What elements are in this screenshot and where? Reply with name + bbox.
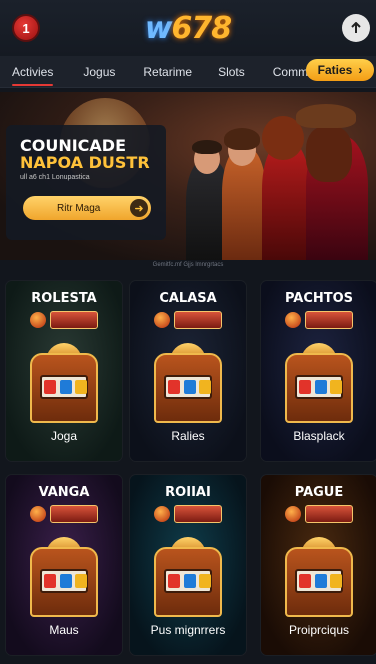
- tab-jogus[interactable]: Jogus: [75, 56, 123, 88]
- slot-machine-icon: [146, 537, 230, 621]
- game-tag-plate: [305, 505, 353, 523]
- coin-icon: [154, 312, 170, 328]
- coin-icon: [285, 312, 301, 328]
- hero-banner[interactable]: COUNICADE NAPOA DUSTR ull a6 ch1 Lonupas…: [0, 92, 376, 260]
- game-title: CALASA: [159, 291, 217, 306]
- machine-reels: [40, 569, 88, 593]
- brand-logo[interactable]: w678: [144, 10, 233, 46]
- game-tag: [30, 505, 98, 523]
- game-label: Ralies: [171, 429, 205, 443]
- game-title: ROIIAI: [165, 485, 211, 500]
- game-tag: [154, 311, 222, 329]
- machine-reels: [40, 375, 88, 399]
- coin-icon: [154, 506, 170, 522]
- tab-slots[interactable]: Slots: [210, 56, 253, 88]
- game-card[interactable]: PAGUE Proiprciqus: [261, 475, 376, 655]
- game-card[interactable]: PACHTOS Blasplack: [261, 281, 376, 461]
- logo-number: 678: [171, 10, 233, 46]
- game-label: Pus mignrrers: [150, 623, 226, 637]
- coin-icon: [30, 506, 46, 522]
- hero-character-2-hair: [224, 128, 260, 150]
- game-card[interactable]: VANGA Maus: [6, 475, 122, 655]
- tab-activies[interactable]: Activies: [4, 56, 61, 88]
- game-tag-plate: [50, 311, 98, 329]
- hero-cta-label: Ritr Maga: [57, 202, 101, 214]
- machine-reels: [164, 569, 212, 593]
- cowboy-hat: [296, 104, 356, 128]
- game-card[interactable]: ROLESTA Joga: [6, 281, 122, 461]
- game-card[interactable]: ROIIAI Pus mignrrers: [130, 475, 246, 655]
- slot-machine-icon: [22, 537, 106, 621]
- hero-cta-button[interactable]: Ritr Maga ➜: [23, 196, 151, 220]
- faties-label: Faties: [317, 63, 353, 77]
- game-title: ROLESTA: [31, 291, 97, 306]
- machine-reels: [295, 375, 343, 399]
- tab-retarime[interactable]: Retarime: [135, 56, 200, 88]
- game-tag: [30, 311, 98, 329]
- game-label: Proiprciqus: [288, 623, 350, 637]
- notification-badge[interactable]: 1: [12, 14, 40, 42]
- chevron-right-icon: ›: [358, 63, 363, 77]
- game-card[interactable]: CALASA Ralies: [130, 281, 246, 461]
- game-tag-plate: [174, 311, 222, 329]
- machine-reels: [164, 375, 212, 399]
- hero-caption: Gemitfc.mf Gjjs lmnrgrtacs: [152, 262, 224, 268]
- hero-character-4-hair: [306, 126, 352, 182]
- slot-machine-icon: [146, 343, 230, 427]
- hero-subtitle: ull a6 ch1 Lonupastica: [20, 174, 90, 181]
- game-title: VANGA: [38, 485, 90, 500]
- game-label: Blasplack: [293, 429, 345, 443]
- hero-title-line-1: COUNICADE: [20, 136, 127, 155]
- game-tag-plate: [50, 505, 98, 523]
- hero-title: COUNICADE NAPOA DUSTR: [20, 137, 152, 171]
- machine-reels: [295, 569, 343, 593]
- slot-machine-icon: [277, 537, 361, 621]
- logo-letter: w: [144, 10, 173, 46]
- app-header: 1 w678: [0, 0, 376, 56]
- game-tag: [285, 311, 353, 329]
- game-tag: [285, 505, 353, 523]
- hero-title-line-2: NAPOA DUSTR: [20, 153, 150, 172]
- coin-icon: [285, 506, 301, 522]
- up-arrow-icon[interactable]: [342, 14, 370, 42]
- game-tag: [154, 505, 222, 523]
- arrow-right-icon: ➜: [130, 199, 148, 217]
- hero-promo-card: COUNICADE NAPOA DUSTR ull a6 ch1 Lonupas…: [6, 125, 166, 240]
- game-title: PAGUE: [294, 485, 344, 500]
- game-label: Maus: [49, 623, 79, 637]
- hero-character-1-hair: [192, 140, 222, 154]
- slot-machine-icon: [22, 343, 106, 427]
- faties-button[interactable]: Faties ›: [306, 59, 374, 81]
- game-tag-plate: [305, 311, 353, 329]
- game-tag-plate: [174, 505, 222, 523]
- game-label: Joga: [50, 429, 78, 443]
- slot-machine-icon: [277, 343, 361, 427]
- game-title: PACHTOS: [284, 291, 354, 306]
- coin-icon: [30, 312, 46, 328]
